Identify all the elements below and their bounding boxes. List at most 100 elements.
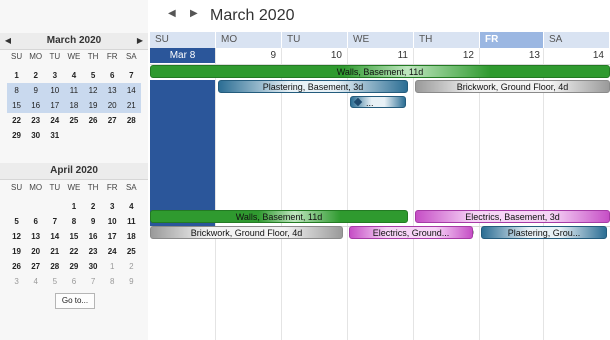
mini-day[interactable]: 10 — [103, 214, 122, 229]
mini-day[interactable]: 6 — [103, 68, 122, 83]
mini-day[interactable]: 1 — [7, 68, 26, 83]
mini-day[interactable]: 23 — [26, 113, 45, 128]
weekday-label: SA — [125, 52, 137, 61]
event-bar-walls[interactable]: Walls, Basement, 11d — [150, 65, 610, 78]
mini-day[interactable]: 28 — [122, 113, 141, 128]
mini-day[interactable]: 18 — [122, 229, 141, 244]
mini-day-other-month[interactable]: 4 — [26, 274, 45, 289]
mini-day[interactable]: 9 — [84, 214, 103, 229]
event-bar-brickwork[interactable]: Brickwork, Ground Floor, 4d — [415, 80, 610, 93]
mini-day-other-month[interactable]: 1 — [103, 259, 122, 274]
mini-day[interactable]: 5 — [7, 214, 26, 229]
mini-day[interactable]: 7 — [122, 68, 141, 83]
mini-day[interactable]: 11 — [122, 214, 141, 229]
mini-prev-month-icon[interactable]: ◀ — [0, 33, 16, 49]
day-number[interactable]: 12 — [414, 50, 474, 61]
mini-day-selected[interactable]: 17 — [45, 98, 65, 113]
mini-day[interactable]: 24 — [45, 113, 64, 128]
mini-day[interactable]: 28 — [45, 259, 64, 274]
mini-day[interactable]: 12 — [7, 229, 26, 244]
mini-day[interactable]: 27 — [26, 259, 45, 274]
mini-day-selected[interactable]: 12 — [83, 83, 103, 98]
mini-day-selected[interactable]: 9 — [26, 83, 46, 98]
mini-day[interactable]: 27 — [103, 113, 122, 128]
mini-day-other-month[interactable]: 9 — [122, 274, 141, 289]
mini-day[interactable]: 6 — [26, 214, 45, 229]
mini-day-selected[interactable]: 21 — [121, 98, 141, 113]
event-bar-plastering[interactable]: Plastering, Basement, 3d — [218, 80, 408, 93]
goto-button[interactable]: Go to... — [55, 293, 95, 309]
selected-day-cell[interactable] — [150, 80, 215, 226]
mini-day[interactable]: 29 — [7, 128, 26, 143]
day-number[interactable]: 14 — [544, 50, 604, 61]
event-bar-plastering[interactable]: Plastering, Grou... — [481, 226, 607, 239]
prev-month-icon[interactable]: ◀ — [168, 8, 176, 19]
day-number[interactable]: 10 — [282, 50, 342, 61]
event-label: ... — [366, 98, 374, 108]
mini-day[interactable]: 31 — [45, 128, 64, 143]
mini-day[interactable]: 2 — [84, 199, 103, 214]
mini-day-selected[interactable]: 10 — [45, 83, 65, 98]
mini-day-selected[interactable]: 16 — [26, 98, 46, 113]
month-title: March 2020 — [210, 7, 295, 24]
event-bar-walls[interactable]: Walls, Basement, 11d — [150, 210, 408, 223]
mini-day[interactable]: 26 — [84, 113, 103, 128]
mini-day-other-month[interactable]: 3 — [7, 274, 26, 289]
day-number-selected[interactable]: Mar 8 — [150, 48, 215, 63]
mini-day[interactable]: 30 — [84, 259, 103, 274]
mini-day-other-month[interactable]: 2 — [122, 259, 141, 274]
mini-day[interactable]: 4 — [64, 68, 83, 83]
mini-day-selected[interactable]: 18 — [64, 98, 84, 113]
mini-day[interactable]: 1 — [64, 199, 83, 214]
mini-day-other-month[interactable]: 5 — [45, 274, 64, 289]
weekday-header: TH — [414, 32, 480, 48]
mini-day[interactable]: 26 — [7, 259, 26, 274]
mini-day[interactable]: 2 — [26, 68, 45, 83]
mini-day-selected[interactable]: 20 — [102, 98, 122, 113]
event-bar-brickwork[interactable]: Brickwork, Ground Floor, 4d — [150, 226, 343, 239]
mini-day-selected[interactable]: 11 — [64, 83, 84, 98]
mini-next-month-icon[interactable]: ▶ — [132, 33, 148, 49]
mini-day[interactable]: 3 — [103, 199, 122, 214]
mini-day[interactable]: 20 — [26, 244, 45, 259]
mini-day[interactable]: 5 — [84, 68, 103, 83]
mini-day[interactable]: 3 — [45, 68, 64, 83]
mini-day[interactable]: 4 — [122, 199, 141, 214]
mini-day-selected[interactable]: 13 — [102, 83, 122, 98]
day-number[interactable]: 11 — [348, 50, 408, 61]
event-bar-electrics[interactable]: Electrics, Ground... — [349, 226, 473, 239]
day-number[interactable]: 9 — [216, 50, 276, 61]
mini-day-other-month[interactable]: 8 — [103, 274, 122, 289]
event-bar-electrics[interactable]: Electrics, Basement, 3d — [415, 210, 610, 223]
mini-day[interactable]: 25 — [64, 113, 83, 128]
mini-day[interactable]: 29 — [64, 259, 83, 274]
mini-day[interactable]: 16 — [84, 229, 103, 244]
mini-day[interactable]: 15 — [64, 229, 83, 244]
mini-day[interactable]: 8 — [64, 214, 83, 229]
next-month-icon[interactable]: ▶ — [190, 8, 198, 19]
mini-day[interactable]: 17 — [103, 229, 122, 244]
mini-day-selected[interactable]: 15 — [7, 98, 27, 113]
mini-day[interactable]: 25 — [122, 244, 141, 259]
mini-day[interactable]: 19 — [7, 244, 26, 259]
mini-calendar-march: March 2020 ◀ ▶ SU MO TU WE TH FR SA 1 2 … — [0, 33, 148, 153]
mini-day-selected[interactable]: 19 — [83, 98, 103, 113]
mini-day-selected[interactable]: 8 — [7, 83, 27, 98]
event-bar-milestone[interactable]: ... — [350, 96, 406, 108]
mini-day[interactable]: 22 — [64, 244, 83, 259]
mini-day-other-month[interactable]: 6 — [64, 274, 83, 289]
day-number[interactable]: 13 — [480, 50, 540, 61]
mini-day[interactable]: 7 — [45, 214, 64, 229]
weekday-label: TU — [49, 52, 61, 61]
mini-day[interactable]: 14 — [45, 229, 64, 244]
mini-day[interactable]: 13 — [26, 229, 45, 244]
mini-day[interactable]: 24 — [103, 244, 122, 259]
mini-day[interactable]: 30 — [26, 128, 45, 143]
mini-day[interactable]: 23 — [84, 244, 103, 259]
mini-day[interactable]: 21 — [45, 244, 64, 259]
mini-calendar-april: April 2020 SU MO TU WE TH FR SA 1 2 3 4 … — [0, 163, 148, 308]
mini-day[interactable]: 22 — [7, 113, 26, 128]
mini-day-selected[interactable]: 14 — [121, 83, 141, 98]
weekday-label: SU — [11, 183, 23, 192]
mini-day-other-month[interactable]: 7 — [84, 274, 103, 289]
